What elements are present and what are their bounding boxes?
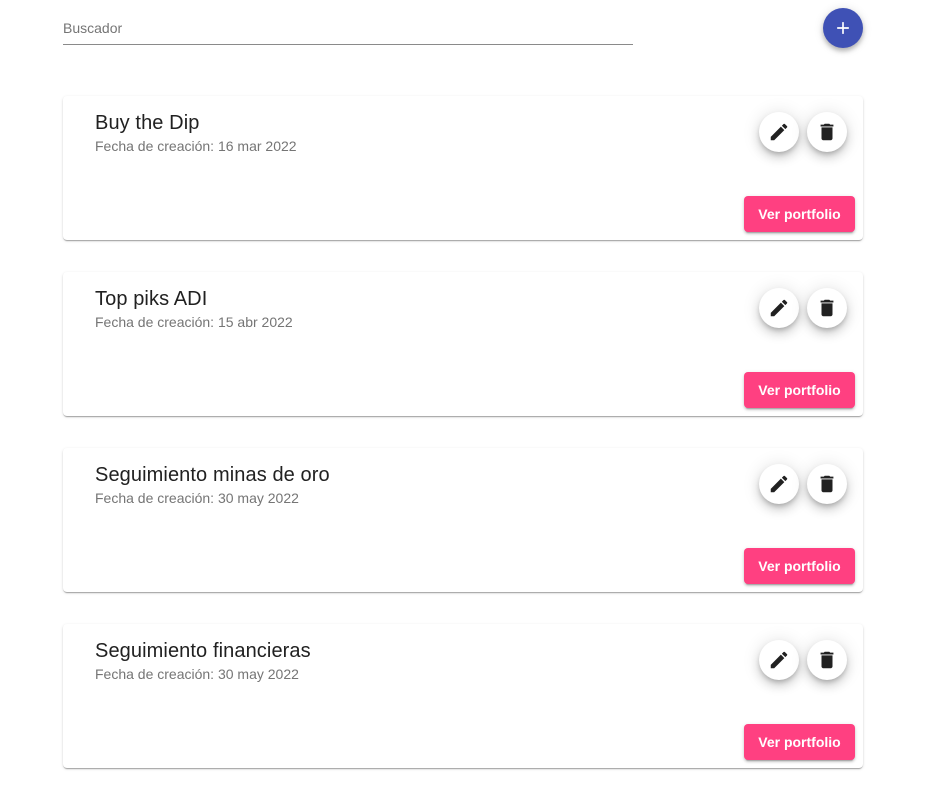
view-portfolio-button[interactable]: Ver portfolio: [744, 548, 855, 584]
portfolio-created-date: Fecha de creación: 15 abr 2022: [95, 314, 293, 330]
portfolio-list: Buy the Dip Fecha de creación: 16 mar 20…: [63, 96, 863, 799]
portfolio-card: Top piks ADI Fecha de creación: 15 abr 2…: [63, 272, 863, 416]
portfolio-created-date: Fecha de creación: 30 may 2022: [95, 490, 299, 506]
edit-button[interactable]: [759, 112, 799, 152]
portfolio-created-date: Fecha de creación: 30 may 2022: [95, 666, 299, 682]
portfolio-created-date: Fecha de creación: 16 mar 2022: [95, 138, 297, 154]
delete-button[interactable]: [807, 640, 847, 680]
add-portfolio-button[interactable]: [823, 8, 863, 48]
pencil-icon: [770, 299, 788, 317]
edit-button[interactable]: [759, 288, 799, 328]
edit-button[interactable]: [759, 640, 799, 680]
portfolio-card: Seguimiento financieras Fecha de creació…: [63, 624, 863, 768]
portfolio-title: Top piks ADI: [95, 288, 208, 310]
pencil-icon: [770, 651, 788, 669]
portfolio-title: Seguimiento minas de oro: [95, 464, 330, 486]
view-portfolio-button[interactable]: Ver portfolio: [744, 724, 855, 760]
plus-icon: [837, 22, 849, 34]
delete-button[interactable]: [807, 112, 847, 152]
pencil-icon: [770, 123, 788, 141]
trash-icon: [820, 299, 834, 317]
edit-button[interactable]: [759, 464, 799, 504]
portfolio-title: Seguimiento financieras: [95, 640, 311, 662]
trash-icon: [820, 651, 834, 669]
search-input[interactable]: [63, 20, 633, 36]
view-portfolio-button[interactable]: Ver portfolio: [744, 372, 855, 408]
portfolio-card: Buy the Dip Fecha de creación: 16 mar 20…: [63, 96, 863, 240]
pencil-icon: [770, 475, 788, 493]
delete-button[interactable]: [807, 288, 847, 328]
portfolio-list-page: Buy the Dip Fecha de creación: 16 mar 20…: [0, 0, 935, 799]
search-field: [63, 10, 633, 45]
portfolio-card: Seguimiento minas de oro Fecha de creaci…: [63, 448, 863, 592]
trash-icon: [820, 475, 834, 493]
portfolio-title: Buy the Dip: [95, 112, 200, 134]
trash-icon: [820, 123, 834, 141]
view-portfolio-button[interactable]: Ver portfolio: [744, 196, 855, 232]
delete-button[interactable]: [807, 464, 847, 504]
